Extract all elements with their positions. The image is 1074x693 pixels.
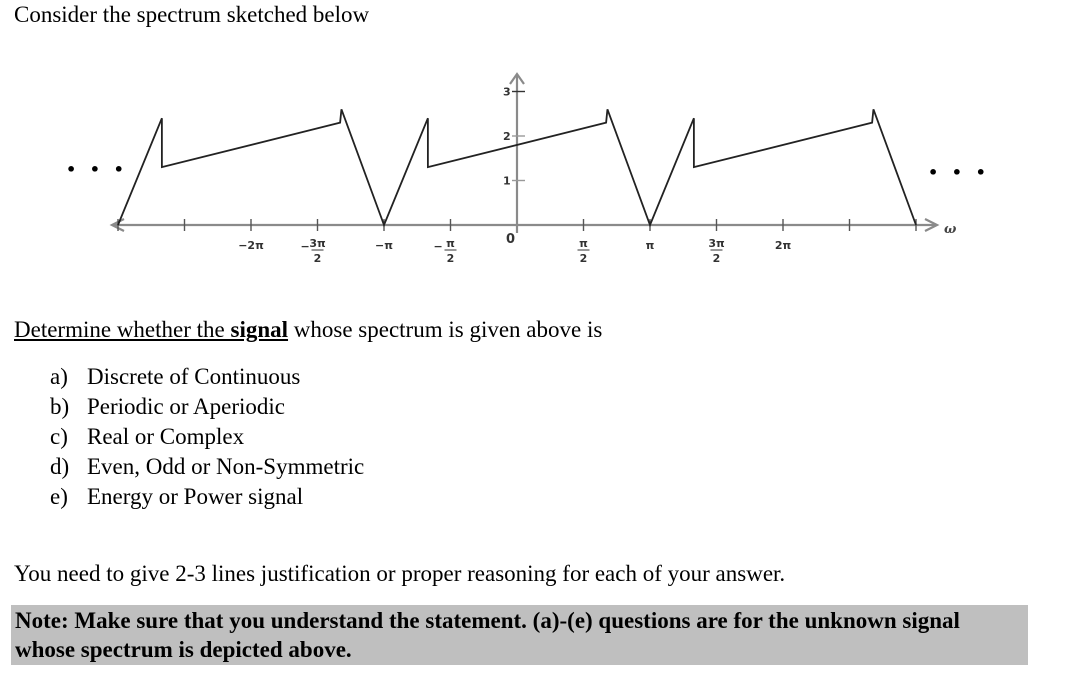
question-prefix: Determine whether the	[14, 317, 231, 342]
x-tick-label: 0	[506, 232, 515, 247]
fraction-numerator: π	[446, 237, 455, 250]
instructions-text: You need to give 2-3 lines justification…	[14, 561, 786, 586]
option-letter: e)	[50, 484, 68, 509]
option-text: Periodic or Aperiodic	[87, 394, 286, 419]
options-list: a) Discrete of Continuous b) Periodic or A…	[50, 362, 364, 512]
question-underlined: Determine whether the signal	[14, 317, 288, 342]
option-letter: c)	[50, 424, 68, 449]
note-box: Note: Make sure that you understand the …	[11, 605, 1028, 665]
question-suffix: whose spectrum is given above is	[288, 317, 603, 342]
fraction-numerator: 3π	[708, 237, 725, 250]
axes	[109, 72, 940, 233]
option-letter: a)	[50, 364, 68, 389]
x-tick-label-fraction: − π 2	[434, 237, 457, 265]
fraction-minus: −	[434, 240, 443, 253]
option-item: b) Periodic or Aperiodic	[50, 392, 364, 422]
x-tick-label-fraction: π2	[577, 237, 590, 265]
fraction-numerator: π	[579, 237, 588, 250]
spectrum-diagram: 123−2π −3π2−π − π20 π2π 3π22π ω • • • • • •	[66, 72, 990, 266]
ellipsis-right: • • •	[928, 163, 990, 182]
fraction-denominator: 2	[713, 252, 721, 265]
option-item: d) Even, Odd or Non-Symmetric	[50, 452, 364, 482]
option-letter: b)	[50, 394, 70, 419]
fraction-denominator: 2	[447, 252, 455, 265]
y-tick-label: 3	[503, 86, 511, 99]
intro-text: Consider the spectrum sketched below	[14, 2, 370, 27]
option-item: e) Energy or Power signal	[50, 482, 364, 512]
fraction-denominator: 2	[314, 252, 322, 265]
x-tick-label-fraction: 3π2	[708, 237, 725, 265]
option-text: Real or Complex	[87, 424, 245, 449]
question-bold-signal: signal	[230, 317, 289, 342]
question-text: Determine whether the signal whose spect…	[14, 316, 602, 344]
ellipsis-left: • • •	[66, 160, 128, 179]
option-item: a) Discrete of Continuous	[50, 362, 364, 392]
y-tick-label: 2	[503, 130, 511, 143]
fraction-numerator: 3π	[309, 237, 326, 250]
fraction-denominator: 2	[580, 252, 588, 265]
note-line-2: whose spectrum is depicted above.	[15, 637, 352, 662]
omega-axis-label: ω	[944, 222, 957, 237]
x-tick-label-fraction: −3π2	[301, 237, 326, 265]
note-line-1: Note: Make sure that you understand the …	[15, 608, 960, 633]
x-tick-label: 2π	[775, 239, 792, 252]
y-tick-label: 1	[503, 175, 511, 188]
tick-labels: 123−2π −3π2−π − π20 π2π 3π22π	[238, 86, 791, 266]
option-text: Energy or Power signal	[87, 484, 304, 509]
option-letter: d)	[50, 454, 70, 479]
option-text: Even, Odd or Non-Symmetric	[87, 454, 365, 479]
option-item: c) Real or Complex	[50, 422, 364, 452]
x-tick-label: −2π	[238, 239, 264, 252]
x-tick-label: π	[646, 239, 655, 252]
option-text: Discrete of Continuous	[87, 364, 301, 389]
x-tick-label: −π	[375, 239, 393, 252]
